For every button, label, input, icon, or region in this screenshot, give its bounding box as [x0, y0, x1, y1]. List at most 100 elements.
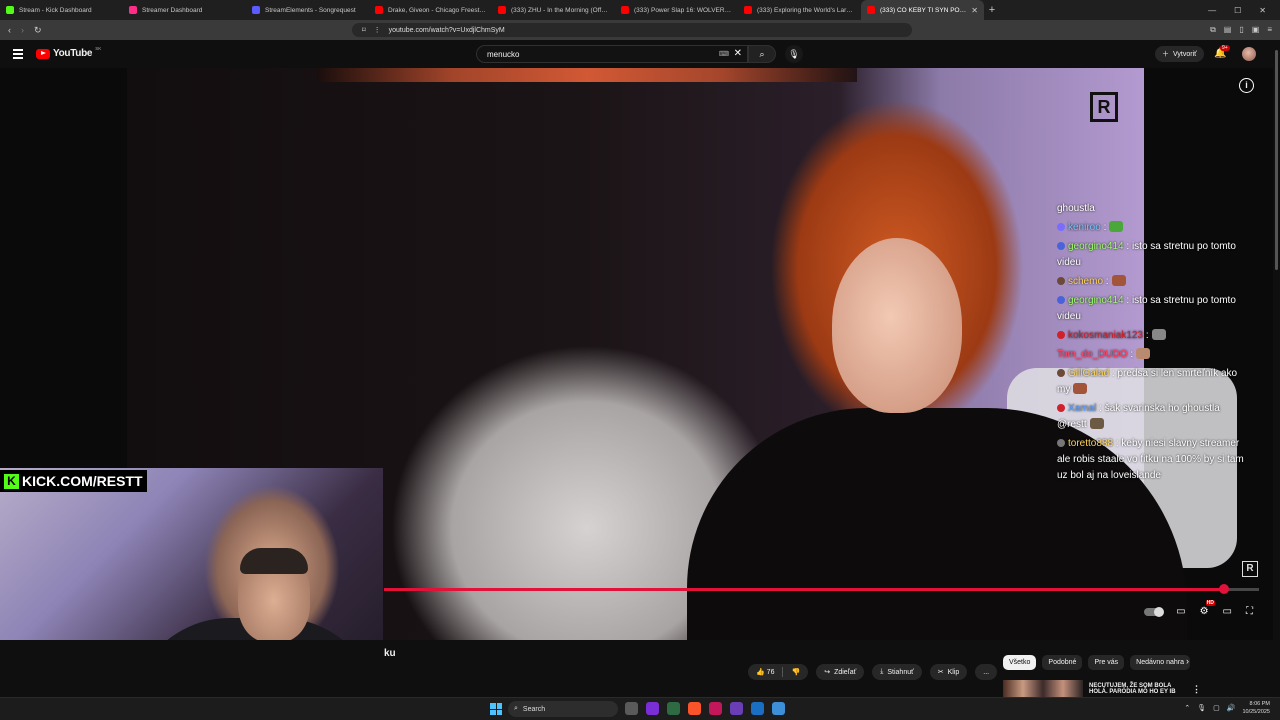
- browser-tab[interactable]: (333) Power Slap 16: WOLVERINE vs: [615, 0, 738, 20]
- kick-channel-banner: K KICK.COM/RESTT: [0, 470, 147, 492]
- bookmark-icon[interactable]: ⌑: [362, 26, 366, 34]
- recommended-title-line-2: HOLÁ. PARÓDIA MÔ HO EY IB: [1089, 688, 1176, 695]
- browser-tab[interactable]: Drake, Giveon - Chicago Freestyle (A: [369, 0, 492, 20]
- settings-icon[interactable]: [772, 702, 785, 715]
- scrubber-handle[interactable]: [1219, 584, 1229, 594]
- forward-icon[interactable]: ›: [21, 25, 24, 36]
- network-icon[interactable]: ▢: [1213, 704, 1220, 712]
- recommended-video[interactable]: NECUTUJEM, ŽE SOM BOLA HOLÁ. PARÓDIA MÔ …: [1003, 680, 1263, 697]
- autoplay-toggle[interactable]: [1144, 606, 1165, 617]
- chat-username: Xamal: [1068, 403, 1097, 414]
- search-input[interactable]: menucko ⌨ ✕: [476, 45, 748, 63]
- task-view-icon[interactable]: [625, 702, 638, 715]
- subtitles-icon[interactable]: ▭: [1176, 606, 1185, 617]
- browser-tab[interactable]: (333) Exploring the World's Largest: [738, 0, 861, 20]
- windows-start-icon[interactable]: [490, 703, 502, 715]
- fullscreen-icon[interactable]: ⛶: [1246, 606, 1253, 617]
- hamburger-menu-icon[interactable]: [13, 49, 23, 61]
- minimize-icon[interactable]: —: [1208, 6, 1216, 15]
- voice-search-icon[interactable]: 🎙: [785, 45, 803, 63]
- browser-tab[interactable]: Stream - Kick Dashboard: [0, 0, 123, 20]
- info-icon[interactable]: i: [1239, 78, 1254, 93]
- chat-text: ghoustla: [1057, 203, 1095, 214]
- menu-icon[interactable]: ≡: [1267, 25, 1272, 35]
- brave-browser-icon[interactable]: [688, 702, 701, 715]
- maximize-icon[interactable]: ☐: [1234, 6, 1241, 15]
- new-tab-button[interactable]: +: [984, 4, 1000, 16]
- wallet-icon[interactable]: ▣: [1252, 25, 1260, 35]
- reload-icon[interactable]: ↻: [34, 25, 42, 36]
- filter-chip[interactable]: Nedávno nahra: [1130, 655, 1191, 670]
- chat-message: georgino414 : isto sa stretnu po tomto v…: [1057, 239, 1247, 271]
- filter-chip[interactable]: Všetko: [1003, 655, 1037, 670]
- share-icon: ↪: [824, 669, 831, 676]
- sidebar-icon[interactable]: ▯: [1239, 25, 1243, 35]
- video-actions: 👍 76 👎 ↪ Zdieľať ⤓ Stiahnuť ✂ Klip ...: [748, 664, 998, 680]
- taskbar-search-input[interactable]: ⌕ Search: [508, 701, 618, 717]
- chat-username: georgino414: [1068, 295, 1124, 306]
- address-bar-row: ‹ › ↻ ⌑ ⋮ youtube.com/watch?v=UxdjlChmSy…: [0, 20, 1280, 40]
- chat-username: kokosmaniak123: [1068, 330, 1144, 341]
- clock[interactable]: 8:06 PM 10/25/2025: [1242, 700, 1270, 716]
- browser-tab[interactable]: (333) ČO KEBY TI SYN POVIE ✕: [861, 0, 984, 20]
- branding-watermark[interactable]: R: [1242, 561, 1258, 577]
- theater-mode-icon[interactable]: ▭: [1223, 606, 1232, 617]
- create-button[interactable]: ＋ Vytvoriť: [1155, 46, 1204, 62]
- url-text: youtube.com/watch?v=UxdjlChmSyM: [388, 26, 505, 34]
- tray-chevron-icon[interactable]: ⌃: [1184, 704, 1190, 712]
- browser-tab[interactable]: Streamer Dashboard: [123, 0, 246, 20]
- progress-fill: [384, 588, 1224, 591]
- clear-search-icon[interactable]: ✕: [734, 48, 742, 59]
- notification-count-badge: 9+: [1220, 45, 1230, 51]
- obs-icon[interactable]: [730, 702, 743, 715]
- download-button[interactable]: ⤓ Stiahnuť: [872, 664, 922, 680]
- volume-icon[interactable]: 🔊: [1227, 704, 1236, 712]
- browser-tab[interactable]: StreamElements - Songrequest: [246, 0, 369, 20]
- more-actions-button[interactable]: ...: [975, 664, 998, 680]
- browser-tab[interactable]: (333) ZHU - In the Morning (Official: [492, 0, 615, 20]
- search-icon: ⌕: [514, 705, 518, 712]
- clip-button[interactable]: ✂ Klip: [929, 664, 968, 680]
- like-button[interactable]: 👍 76: [756, 668, 774, 676]
- account-avatar[interactable]: [1242, 47, 1256, 61]
- close-window-icon[interactable]: ✕: [1259, 6, 1266, 15]
- app-icon[interactable]: [709, 702, 722, 715]
- notifications-bell-icon[interactable]: 🔔 9+: [1214, 45, 1230, 59]
- progress-bar[interactable]: [384, 584, 1259, 594]
- page-scrollbar[interactable]: [1273, 40, 1280, 697]
- chat-overlay: ghoustla keniroo : georgino414 : isto sa s…: [1057, 201, 1247, 487]
- youtube-logo[interactable]: YouTube SK: [36, 46, 101, 59]
- chevron-right-icon[interactable]: ›: [1186, 656, 1189, 666]
- tab-title: Streamer Dashboard: [142, 6, 203, 14]
- chat-text: :: [1105, 276, 1109, 287]
- extension-icon[interactable]: ⧉: [1210, 25, 1216, 35]
- tab-title: Stream - Kick Dashboard: [19, 6, 92, 14]
- tab-title: (333) Power Slap 16: WOLVERINE vs: [634, 6, 732, 14]
- settings-gear-icon[interactable]: ⚙ HD: [1200, 600, 1215, 617]
- app-icon[interactable]: [646, 702, 659, 715]
- scrollbar-thumb[interactable]: [1275, 50, 1278, 270]
- tab-favicon-icon: [744, 6, 752, 14]
- extension-icon[interactable]: ▤: [1224, 25, 1232, 35]
- player-controls: ▭ ⚙ HD ▭ ⛶: [1144, 600, 1253, 617]
- microphone-icon[interactable]: 🎙: [1197, 704, 1206, 712]
- close-tab-icon[interactable]: ✕: [971, 6, 978, 15]
- scissors-icon: ✂: [937, 669, 944, 676]
- filter-chip[interactable]: Podobné: [1042, 655, 1083, 670]
- app-icon[interactable]: [667, 702, 680, 715]
- more-options-icon[interactable]: ⋮: [1192, 684, 1201, 695]
- steam-icon[interactable]: [751, 702, 764, 715]
- keyboard-icon[interactable]: ⌨: [719, 50, 729, 58]
- channel-watermark-logo: R: [1090, 92, 1118, 122]
- dislike-button[interactable]: 👎: [791, 668, 800, 676]
- url-field[interactable]: ⌑ ⋮ youtube.com/watch?v=UxdjlChmSyM: [352, 23, 912, 37]
- share-button[interactable]: ↪ Zdieľať: [816, 664, 865, 680]
- back-icon[interactable]: ‹: [8, 25, 11, 36]
- extensions-area: ⧉ ▤ ▯ ▣ ≡: [1210, 25, 1272, 35]
- chat-message: georgino414 : isto sa stretnu po tomto v…: [1057, 293, 1247, 325]
- search-button[interactable]: ⌕: [748, 45, 776, 63]
- tab-title: (333) ZHU - In the Morning (Official: [511, 6, 609, 14]
- filter-chip[interactable]: Pre vás: [1088, 655, 1125, 670]
- chat-username: GillGalad: [1068, 368, 1110, 379]
- site-info-icon[interactable]: ⋮: [374, 26, 381, 34]
